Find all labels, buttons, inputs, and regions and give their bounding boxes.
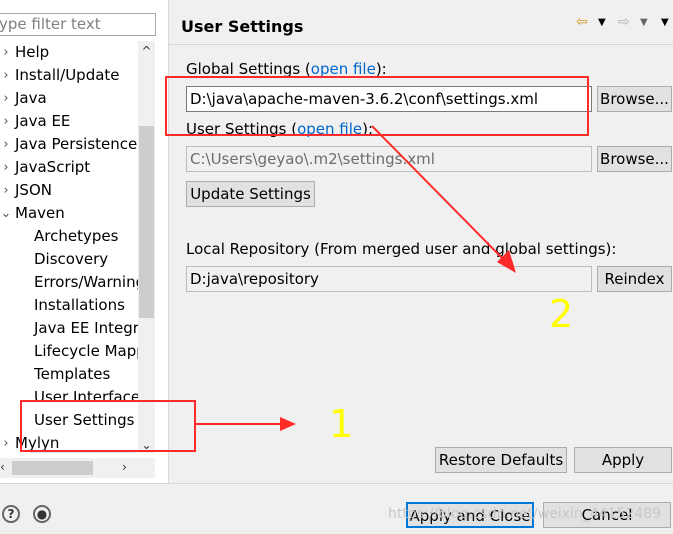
tree-horizontal-scrollbar[interactable]: ‹ › — [0, 458, 155, 478]
tree-item-label: Maven — [15, 204, 65, 222]
tree-item-label: Java EE — [15, 112, 71, 130]
scroll-left-icon[interactable]: ‹ — [0, 459, 11, 476]
tree-item-label: Lifecycle Mappings — [34, 342, 138, 360]
tree-vertical-scrollbar[interactable]: ^ ⌄ — [138, 41, 155, 453]
tree-item-label: Java EE Integration — [34, 319, 138, 337]
tree-item-label: JSON — [15, 181, 52, 199]
tree-item-java-ee[interactable]: › Java EE — [3, 110, 71, 133]
tree-item-label: Installations — [34, 296, 125, 314]
collapsed-chevron-icon[interactable]: › — [0, 432, 12, 453]
tree-item-label: Templates — [34, 365, 111, 383]
annotation-number-2: 2 — [549, 292, 574, 336]
tree-item-javascript[interactable]: › JavaScript — [3, 156, 91, 179]
filter-input[interactable]: ype filter text — [0, 13, 156, 36]
tree-item-java[interactable]: › Java — [3, 87, 47, 110]
tree-item-errors-warnings[interactable]: Errors/Warnings — [34, 271, 138, 294]
collapsed-chevron-icon[interactable]: › — [0, 87, 12, 110]
footer-divider — [0, 483, 673, 484]
tree-item-lifecycle-mappings[interactable]: Lifecycle Mappings — [34, 340, 138, 363]
update-settings-button[interactable]: Update Settings — [186, 181, 315, 207]
help-icon[interactable]: ? — [2, 505, 20, 523]
tree-item-archetypes[interactable]: Archetypes — [34, 225, 118, 248]
tree-scroll-thumb[interactable] — [139, 126, 154, 318]
reindex-button[interactable]: Reindex — [597, 266, 672, 292]
tree-item-label: Install/Update — [15, 66, 120, 84]
preferences-tree: › Help › Install/Update › Java › Java EE › Java P… — [0, 41, 138, 453]
annotation-number-1: 1 — [329, 402, 354, 446]
collapsed-chevron-icon[interactable]: › — [0, 110, 12, 133]
tree-item-label: Java Persistence — [15, 135, 138, 153]
collapsed-chevron-icon[interactable]: › — [0, 179, 12, 202]
user-settings-input[interactable]: C:\Users\geyao\.m2\settings.xml — [186, 146, 592, 172]
tree-item-label: Discovery — [34, 250, 109, 268]
page-navigation: ⇦ ▼ ⇨ ▼ ▼ — [574, 14, 673, 34]
tree-item-label: Archetypes — [34, 227, 119, 245]
collapsed-chevron-icon[interactable]: › — [0, 64, 12, 87]
tree-item-label: Errors/Warnings — [34, 273, 138, 291]
local-repository-label: Local Repository (From merged user and g… — [186, 240, 617, 258]
global-browse-button[interactable]: Browse... — [597, 86, 672, 112]
apply-button[interactable]: Apply — [574, 447, 672, 473]
user-browse-button[interactable]: Browse... — [597, 146, 672, 172]
annotation-box-global — [165, 76, 589, 136]
tree-item-discovery[interactable]: Discovery — [34, 248, 108, 271]
tree-item-maven[interactable]: ⌄ Maven — [1, 202, 65, 225]
forward-menu-chevron-icon[interactable]: ▼ — [640, 17, 648, 28]
scroll-up-icon[interactable]: ^ — [138, 43, 155, 60]
local-repository-input[interactable]: D:java\repository — [186, 266, 592, 292]
collapsed-chevron-icon[interactable]: › — [0, 41, 12, 64]
tree-item-label: Java — [15, 89, 47, 107]
tree-item-java-ee-integration[interactable]: Java EE Integration — [34, 317, 138, 340]
tree-hscroll-thumb[interactable] — [12, 461, 93, 475]
back-arrow-icon[interactable]: ⇦ — [576, 14, 588, 30]
tree-item-installations[interactable]: Installations — [34, 294, 125, 317]
restore-defaults-button[interactable]: Restore Defaults — [435, 447, 567, 473]
title-divider — [168, 44, 673, 45]
tree-item-java-persistence[interactable]: › Java Persistence — [3, 133, 138, 156]
scroll-right-icon[interactable]: › — [116, 459, 133, 476]
annotation-box-user-settings — [20, 400, 196, 452]
arrow-1-head — [280, 417, 296, 431]
tree-item-json[interactable]: › JSON — [3, 179, 52, 202]
tree-item-install-update[interactable]: › Install/Update — [3, 64, 120, 87]
forward-arrow-icon[interactable]: ⇨ — [618, 14, 630, 30]
tree-item-templates[interactable]: Templates — [34, 363, 110, 386]
tree-item-label: Help — [15, 43, 50, 61]
watermark-text: https://blog.csdn.net/weixin_44152489 — [388, 506, 662, 522]
tree-item-label: JavaScript — [15, 158, 91, 176]
collapsed-chevron-icon[interactable]: › — [0, 133, 12, 156]
tree-item-help[interactable]: › Help — [3, 41, 50, 64]
view-menu-icon[interactable]: ▼ — [661, 17, 669, 28]
expanded-chevron-icon[interactable]: ⌄ — [0, 202, 12, 225]
import-export-icon[interactable]: ● — [33, 505, 51, 523]
back-menu-chevron-icon[interactable]: ▼ — [598, 17, 606, 28]
page-title: User Settings — [181, 17, 304, 36]
collapsed-chevron-icon[interactable]: › — [0, 156, 12, 179]
